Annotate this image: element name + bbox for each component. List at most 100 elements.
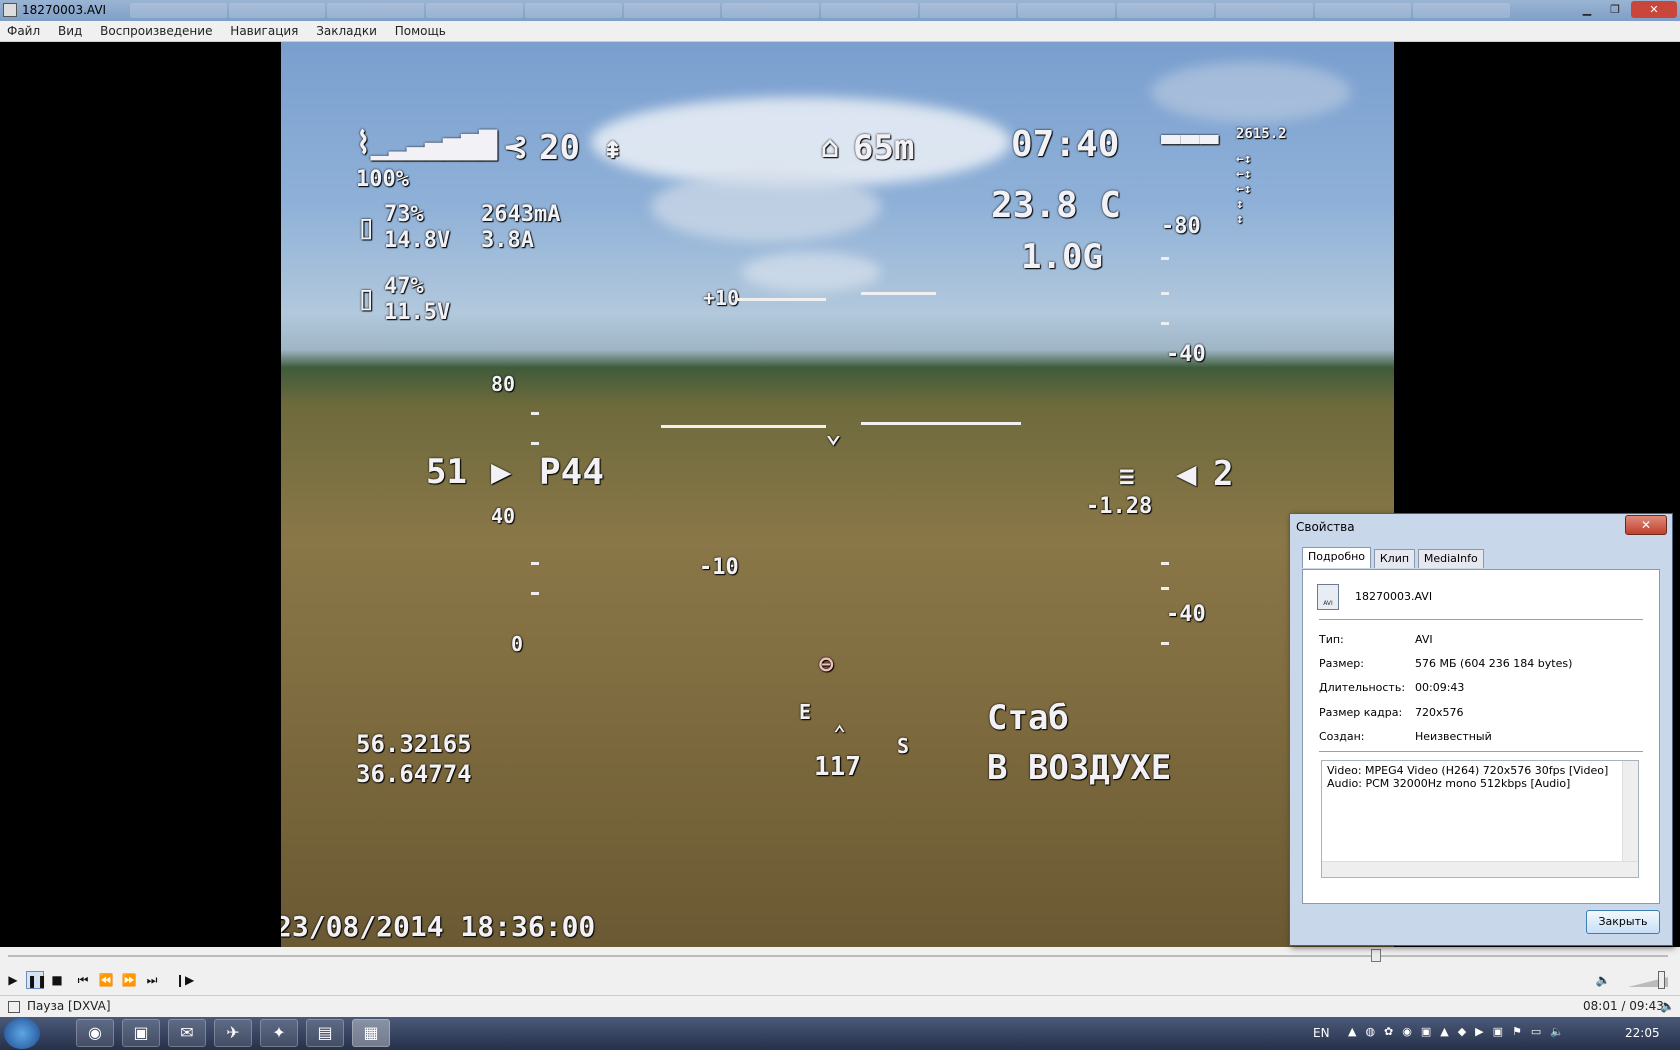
window-title: 18270003.AVI	[22, 3, 107, 17]
menu-favorites[interactable]: Закладки	[309, 21, 384, 41]
plane-taskbar-icon[interactable]: ✈	[214, 1019, 252, 1047]
top-right-readout: 2615.2	[1236, 126, 1287, 142]
menu-view[interactable]: Вид	[51, 21, 89, 41]
latitude: 56.32165	[356, 730, 472, 758]
horizon-line-left	[661, 425, 826, 428]
tray-icons[interactable]: ▲◍✿◉▣▲◆▶▣⚑▭🔈	[1348, 1025, 1573, 1038]
mute-button[interactable]: 🔈	[1594, 971, 1612, 989]
temperature: 23.8 C	[991, 185, 1122, 226]
video-frame: ⌇▁▂▃▄▅▆▇ 100% ⊰ 20 ⇞ ▯ 73% 14.8V 2643mA …	[281, 42, 1394, 947]
seek-thumb[interactable]	[1370, 949, 1381, 962]
tab-clip[interactable]: Клип	[1373, 549, 1416, 568]
pitch-line-upper-left	[736, 298, 826, 301]
vario-pointer-icon: ◀	[1176, 454, 1197, 494]
compass-n-arrow-icon: ⌃	[833, 722, 847, 747]
home-direction-icon: ⊖	[819, 650, 834, 678]
taskbar: ◉ ▣ ✉ ✈ ✦ ▤ ▦ EN ▲◍✿◉▣▲◆▶▣⚑▭🔈 22:05	[0, 1017, 1680, 1050]
vario-bars-icon: ≡	[1119, 462, 1135, 492]
altitude-icon: ⌂	[821, 130, 840, 165]
dialog-tabs: Подробно Клип MediaInfo	[1302, 547, 1484, 569]
properties-dialog: Свойства ✕ Подробно Клип MediaInfo AVI 1…	[1289, 513, 1673, 946]
dash-indicator: ▬▬▬	[1161, 118, 1219, 156]
speed-scale-80: 80	[491, 372, 516, 396]
maximize-button[interactable]: ❐	[1603, 1, 1627, 18]
rssi-value: 100%	[356, 167, 409, 192]
app-icon	[3, 3, 17, 17]
status-bar: Пауза [DXVA] 08:01 / 09:43 🔈	[0, 995, 1680, 1017]
battery2-voltage: 11.5V	[384, 300, 451, 325]
next-button[interactable]: ⏭	[143, 971, 161, 989]
flight-status: В ВОЗДУХЕ	[987, 748, 1172, 788]
battery1-percent: 73%	[384, 202, 424, 227]
arrow-indicators: ←↕ ←↕ ←↕ ↕ ↕	[1236, 152, 1252, 227]
battery1-current: 3.8A	[481, 228, 534, 253]
tab-details[interactable]: Подробно	[1302, 547, 1372, 568]
speed-scale-40: 40	[491, 504, 516, 528]
window-title-bar: 18270003.AVI ▁ ❐ ✕	[0, 0, 1680, 21]
dialog-close-action-button[interactable]: Закрыть	[1586, 910, 1660, 934]
playback-status: Пауза [DXVA]	[27, 999, 111, 1013]
flight-time: 07:40	[1011, 124, 1120, 165]
speed-pointer-icon: ▶	[491, 452, 512, 492]
clock[interactable]: 22:05	[1625, 1026, 1660, 1040]
menu-navigate[interactable]: Навигация	[223, 21, 305, 41]
fast-forward-button[interactable]: ⏩	[120, 971, 138, 989]
streams-horizontal-scrollbar[interactable]	[1322, 861, 1638, 877]
media-player-taskbar-icon[interactable]: ▦	[352, 1019, 390, 1047]
details-panel: AVI 18270003.AVI Тип: AVI Размер: 576 МБ (…	[1302, 569, 1660, 904]
satellite-count: 20	[539, 128, 580, 168]
crosshair-icon: ⌄	[825, 416, 842, 449]
language-indicator[interactable]: EN	[1313, 1026, 1330, 1040]
alt-scale-minus40-lower: -40	[1166, 602, 1206, 627]
tool-taskbar-icon[interactable]: ✦	[260, 1019, 298, 1047]
pitch-plus10-label: +10	[703, 286, 740, 310]
status-icon	[8, 1001, 20, 1013]
tab-mediainfo[interactable]: MediaInfo	[1417, 549, 1484, 568]
menu-playback[interactable]: Воспроизведение	[93, 21, 219, 41]
battery1-mah: 2643mA	[481, 202, 561, 227]
chrome-taskbar-icon[interactable]: ◉	[76, 1019, 114, 1047]
seek-bar[interactable]	[0, 947, 1680, 965]
home-arrow-icon: ⇞	[603, 128, 623, 166]
streams-vertical-scrollbar[interactable]	[1622, 761, 1638, 861]
save-taskbar-icon[interactable]: ▣	[122, 1019, 160, 1047]
play-button[interactable]: ▶	[4, 971, 22, 989]
streams-textbox[interactable]: Video: MPEG4 Video (H264) 720x576 30fps …	[1321, 760, 1639, 878]
horizon-line-right	[861, 422, 1021, 425]
start-button[interactable]	[4, 1018, 40, 1049]
dialog-close-button[interactable]: ✕	[1625, 515, 1667, 535]
battery1-voltage: 14.8V	[384, 228, 451, 253]
volume-icon: 🔈	[1660, 999, 1675, 1013]
folder-taskbar-icon[interactable]: ▤	[306, 1019, 344, 1047]
alt-scale-minus80: -80	[1161, 214, 1201, 239]
pitch-minus10-label: -10	[699, 555, 739, 580]
volume-slider[interactable]	[1628, 971, 1672, 989]
vario-value: 2	[1213, 454, 1234, 494]
pause-button[interactable]: ❚❚	[26, 971, 47, 989]
menu-file[interactable]: Файл	[0, 21, 47, 41]
stream-audio: Audio: PCM 32000Hz mono 512kbps [Audio]	[1327, 777, 1571, 790]
altitude-value: 65m	[853, 128, 915, 168]
messenger-taskbar-icon[interactable]: ✉	[168, 1019, 206, 1047]
rewind-button[interactable]: ⏪	[97, 971, 115, 989]
file-name: 18270003.AVI	[1355, 590, 1433, 603]
heading-label: P44	[539, 452, 605, 493]
menu-help[interactable]: Помощь	[388, 21, 453, 41]
stop-button[interactable]: ■	[48, 971, 66, 989]
rssi-icon: ⌇▁▂▃▄▅▆▇	[356, 126, 498, 161]
stream-video: Video: MPEG4 Video (H264) 720x576 30fps …	[1327, 764, 1609, 777]
playback-time: 08:01 / 09:43	[1583, 999, 1664, 1013]
flight-mode: Стаб	[987, 698, 1069, 738]
recording-timestamp: 23/08/2014 18:36:00	[281, 910, 596, 943]
close-window-button[interactable]: ✕	[1631, 1, 1677, 18]
compass-s: S	[897, 734, 910, 758]
avi-file-icon: AVI	[1317, 584, 1339, 610]
heading-marker: 117	[814, 752, 861, 782]
menu-bar: Файл Вид Воспроизведение Навигация Закла…	[0, 21, 1680, 42]
speed-value: 51	[426, 452, 467, 492]
seek-track[interactable]	[8, 955, 1668, 957]
minimize-button[interactable]: ▁	[1575, 1, 1599, 18]
previous-button[interactable]: ⏮	[74, 971, 92, 989]
g-force: 1.0G	[1021, 237, 1103, 277]
frame-step-button[interactable]: ❙▶	[175, 971, 194, 989]
